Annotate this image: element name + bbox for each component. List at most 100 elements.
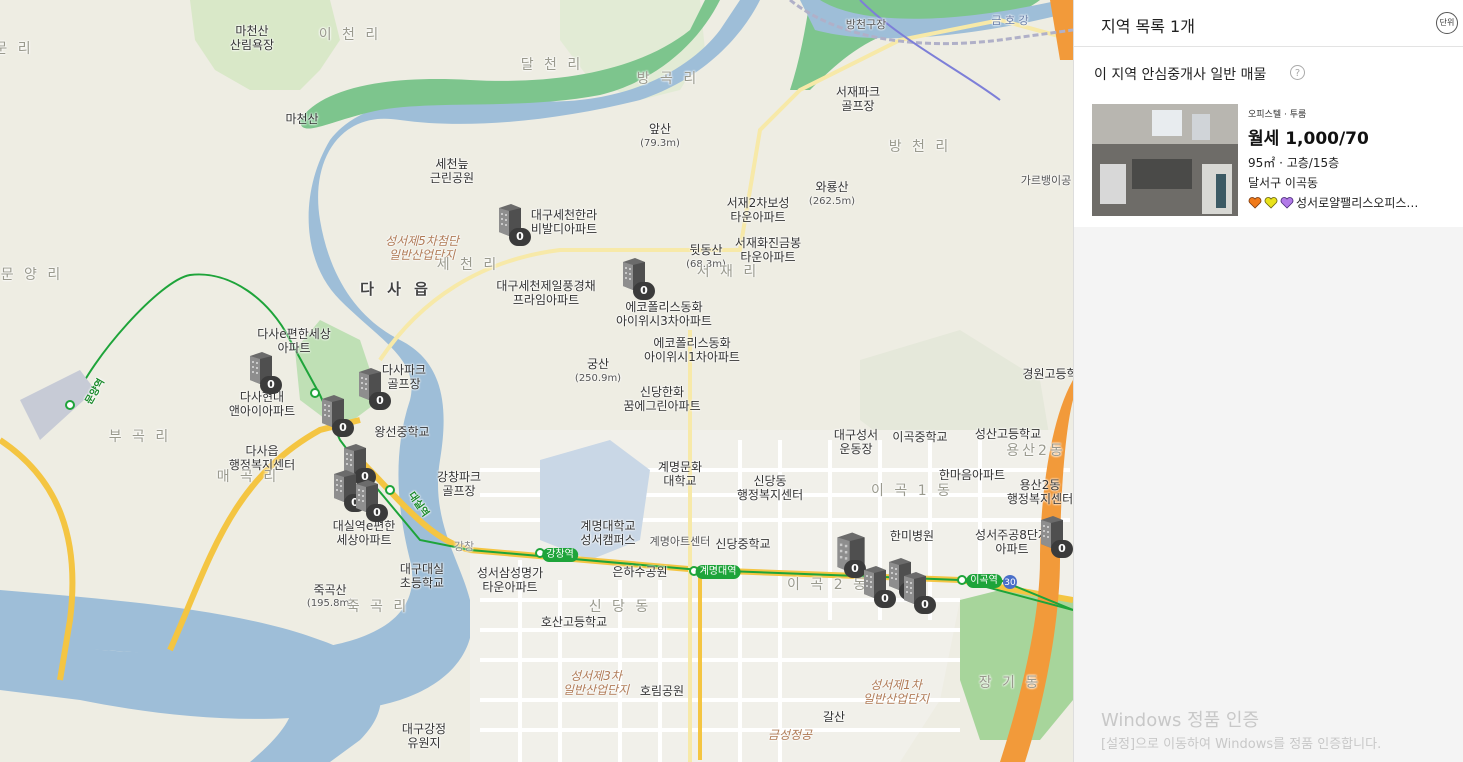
map-label-school: 계명문화 대학교	[657, 460, 703, 488]
map-label-mountain: 마천산	[285, 112, 319, 126]
map-label-school: 신당중학교	[715, 537, 771, 551]
map-label-place: 계명아트센터	[649, 535, 711, 548]
map-label-mountain-height: (79.3m)	[640, 138, 680, 149]
map-label-road: 강창	[453, 540, 475, 553]
map-label-area: 이 곡 2 동	[787, 577, 869, 593]
building-marker[interactable]: 0	[246, 350, 286, 400]
panel-header: 지역 목록 1개 단위	[1074, 0, 1463, 47]
map-label-area: 문 리	[0, 41, 34, 57]
map-label-apartment: 서재2차보성 타운아파트	[726, 196, 790, 224]
map-view[interactable]: 마천산 산림욕장 이 천 리 달 천 리 방 곡 리 방천구장 금 호 강 서재파…	[0, 0, 1073, 762]
map-label-area: 이 천 리	[318, 27, 382, 43]
listing-section: 이 지역 안심중개사 일반 매물 ? 오피스텔 · 투룸 월세 1,000/70…	[1074, 47, 1463, 227]
map-label-apartment: 에코폴리스동화 아이위시1차아파트	[644, 336, 740, 364]
map-label-area: 서 재 리	[696, 264, 760, 280]
map-label-place: 방천구장	[845, 18, 887, 31]
heart-orange-icon	[1248, 196, 1262, 209]
map-label-town: 다 사 읍	[360, 280, 432, 298]
map-label-park: 세천늪 근린공원	[429, 157, 475, 185]
map-label-office: 다사읍 행정복지센터	[228, 444, 296, 472]
map-label-golf: 서재파크 골프장	[835, 85, 881, 113]
map-label-area: 죽 곡 리	[346, 599, 410, 615]
building-marker[interactable]: 0	[352, 478, 392, 528]
map-label-industrial: 금성정공	[767, 728, 813, 742]
map-label-apartment: 대구세천한라 비발디아파트	[530, 208, 598, 236]
map-label-park: 호림공원	[639, 684, 685, 698]
map-label-mountain: 와룡산	[815, 180, 849, 194]
map-label-area: 부 곡 리	[108, 429, 172, 445]
marker-count: 0	[914, 596, 936, 614]
building-marker[interactable]: 0	[318, 393, 358, 443]
map-label-apartment: 신당한화 꿈에그린아파트	[623, 385, 701, 413]
building-marker[interactable]: 0	[1037, 514, 1073, 564]
map-label-station: 강창역	[542, 548, 578, 562]
map-label-area: 방 천 리	[888, 139, 952, 155]
marker-count: 0	[366, 504, 388, 522]
heart-yellow-icon	[1264, 196, 1278, 209]
map-label-office: 용산2동 행정복지센터	[1006, 478, 1073, 506]
heart-purple-icon	[1280, 196, 1294, 209]
room-photo-icon	[1092, 104, 1238, 216]
map-label-park: 마천산 산림욕장	[229, 24, 275, 52]
map-label-area: 용산2동	[1006, 443, 1066, 459]
listing-spec: 95㎡ · 고층/15층	[1248, 156, 1340, 170]
marker-count: 0	[509, 228, 531, 246]
listing-info[interactable]: 오피스텔 · 투룸 월세 1,000/70 95㎡ · 고층/15층 달서구 이…	[1248, 107, 1458, 211]
help-icon[interactable]: ?	[1290, 65, 1305, 80]
unit-toggle-button[interactable]: 단위	[1436, 12, 1458, 34]
map-label-area: 달 천 리	[520, 57, 584, 73]
map-label-mountain-height: (262.5m)	[808, 196, 856, 207]
map-label-mountain-height: (250.9m)	[574, 373, 622, 384]
windows-activation-text: [설정]으로 이동하여 Windows를 정품 인증합니다.	[1101, 737, 1382, 752]
section-title: 이 지역 안심중개사 일반 매물	[1094, 67, 1267, 83]
map-label-office: 신당동 행정복지센터	[736, 474, 804, 502]
map-label-stadium: 대구성서 운동장	[833, 428, 879, 456]
map-label-area: 문 양 리	[0, 267, 64, 283]
map-label-industrial: 성서제1차 일반산업단지	[862, 678, 930, 706]
map-label-area: 장 기 동	[978, 675, 1042, 691]
marker-count: 0	[633, 282, 655, 300]
map-label-mountain: 뒷동산	[689, 243, 723, 257]
map-label-road-number: 30	[1004, 578, 1016, 588]
map-label-school: 이곡중학교	[892, 430, 948, 444]
map-label-apartment: 한마음아파트	[938, 468, 1006, 482]
map-label-golf: 강창파크 골프장	[436, 470, 482, 498]
listing-type: 오피스텔 · 투룸	[1248, 110, 1307, 120]
map-label-area: 세 천 리	[436, 257, 500, 273]
agent-name: 성서로얄팰리스오피스…	[1296, 196, 1419, 210]
building-marker[interactable]: 0	[900, 570, 940, 620]
region-list-panel: 지역 목록 1개 단위 이 지역 안심중개사 일반 매물 ? 오피스텔 · 투룸…	[1073, 0, 1463, 762]
map-label-station: 이곡역	[966, 574, 1002, 588]
map-base	[0, 0, 1073, 762]
building-marker[interactable]: 0	[355, 366, 395, 416]
map-label-station: 계명대역	[695, 565, 741, 579]
building-marker[interactable]: 0	[495, 202, 535, 252]
listing-location: 달서구 이곡동	[1248, 176, 1319, 190]
map-label-park: 은하수공원	[612, 565, 668, 579]
panel-title: 지역 목록 1개	[1101, 17, 1195, 36]
building-marker[interactable]: 0	[619, 256, 659, 306]
listing-agent: 성서로얄팰리스오피스…	[1248, 194, 1458, 211]
map-label-park: 대구강정 유원지	[401, 722, 447, 750]
marker-count: 0	[332, 419, 354, 437]
listing-price: 월세 1,000/70	[1248, 129, 1369, 149]
map-label-school: 계명대학교 성서캠퍼스	[580, 519, 636, 547]
marker-count: 0	[1051, 540, 1073, 558]
map-label-school: 왕선중학교	[374, 425, 430, 439]
map-label-apartment: 성서삼성명가 타운아파트	[476, 566, 544, 594]
map-label-mountain: 궁산	[586, 357, 610, 371]
map-label-area: 매 곡 리	[216, 469, 280, 485]
marker-count: 0	[369, 392, 391, 410]
map-label-mountain: 죽곡산	[313, 583, 347, 597]
map-label-mountain: 갈산	[822, 710, 846, 724]
listing-thumbnail[interactable]	[1092, 104, 1238, 216]
map-label-apartment: 대구세천제일풍경채 프라임아파트	[496, 279, 596, 307]
map-label-apartment: 서재화진금봉 타운아파트	[734, 236, 802, 264]
marker-count: 0	[260, 376, 282, 394]
map-label-school: 성산고등학교	[974, 427, 1042, 441]
map-label-industrial: 성서제3차 일반산업단지	[562, 669, 630, 697]
map-label-area: 이 곡 1 동	[871, 483, 953, 499]
map-label-area: 방 곡 리	[636, 71, 700, 87]
windows-activation-title: Windows 정품 인증	[1101, 710, 1260, 731]
map-label-school: 대구대실 초등학교	[399, 562, 445, 590]
